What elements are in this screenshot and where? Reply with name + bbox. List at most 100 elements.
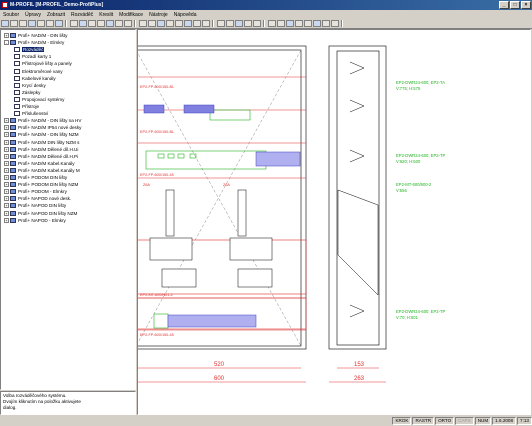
toolbar-button-7[interactable] xyxy=(55,20,63,27)
toolbar-button-17[interactable] xyxy=(157,20,165,27)
tree-item[interactable]: Přístroje xyxy=(14,103,39,110)
tree-item[interactable]: + Profi+ NAD/M Dělené díl.H.Pi xyxy=(4,153,78,160)
tree-expander[interactable]: + xyxy=(4,182,9,188)
drawing-canvas[interactable]: 1060 950 520 600 153 263 EP2-FP-600/150-… xyxy=(137,29,531,415)
toolbar-button-14[interactable] xyxy=(124,20,132,27)
toolbar-button-34[interactable] xyxy=(322,20,330,27)
toolbar-button-35[interactable] xyxy=(331,20,339,27)
toolbar-button-32[interactable] xyxy=(304,20,312,27)
tree-expander[interactable]: + xyxy=(4,175,9,180)
tree-item[interactable]: + Profi+ PODOM - Elmkry xyxy=(4,188,67,195)
status-krok[interactable]: KROK xyxy=(392,417,412,425)
toolbar-button-24[interactable] xyxy=(226,20,234,27)
tree-expander[interactable]: + xyxy=(4,160,9,166)
toolbar-button-21[interactable] xyxy=(193,20,201,27)
menu-napoveda[interactable]: Nápověda xyxy=(171,12,200,18)
toolbar-button-11[interactable] xyxy=(97,20,105,27)
tree-item[interactable]: Propojovací systémy xyxy=(14,96,64,103)
tree-item[interactable]: + Profi+ NAD/M IP54 nové desky xyxy=(4,124,81,131)
tree-item[interactable]: Záslepky xyxy=(14,89,40,96)
toolbar-button-26[interactable] xyxy=(244,20,252,27)
close-button[interactable]: × xyxy=(521,1,531,9)
tree-expander[interactable]: + xyxy=(4,146,9,152)
status-rastr[interactable]: RASTR xyxy=(412,417,435,425)
toolbar-button-31[interactable] xyxy=(295,20,303,27)
toolbar-button-1[interactable] xyxy=(1,20,9,27)
tree-item[interactable]: Rozváděč xyxy=(14,46,45,53)
tree-item[interactable]: + Profi+ NAD/M - DIN lišty na HV xyxy=(4,117,81,124)
tree-item[interactable]: Pozadí karty 1 xyxy=(14,53,51,60)
toolbar-button-6[interactable] xyxy=(46,20,54,27)
toolbar-button-27[interactable] xyxy=(253,20,261,27)
tree-expander[interactable]: + xyxy=(4,210,9,216)
menu-bar: Soubor Úpravy Zobrazit Rozváděč Kreslit … xyxy=(0,10,532,19)
toolbar-button-20[interactable] xyxy=(184,20,192,27)
menu-kreslit[interactable]: Kreslit xyxy=(96,12,116,18)
toolbar-button-4[interactable] xyxy=(28,20,36,27)
toolbar-button-15[interactable] xyxy=(139,20,147,27)
toolbar-button-28[interactable] xyxy=(268,20,276,27)
toolbar-button-10[interactable] xyxy=(88,20,96,27)
toolbar-button-5[interactable] xyxy=(37,20,45,27)
minimize-button[interactable]: _ xyxy=(499,1,509,9)
part-label-3: EP2-FP-600/150-45 xyxy=(140,173,174,177)
tree-item[interactable]: + Profi+ NAD/M - DIN lišty NZM xyxy=(4,131,79,138)
tree-item[interactable]: + Profi+ NAPOD DIN lišty xyxy=(4,202,66,209)
toolbar-button-2[interactable] xyxy=(10,20,18,27)
tree-expander[interactable]: + xyxy=(4,217,9,223)
tree-item[interactable]: Kabelové kanály xyxy=(14,75,56,82)
tree-expander[interactable]: + xyxy=(4,203,9,209)
tree-expander[interactable]: + xyxy=(4,167,9,173)
menu-soubor[interactable]: Soubor xyxy=(0,12,22,18)
tree-item[interactable]: + Profi+ NAD/M Kabel.Kanály M xyxy=(4,167,80,174)
tree-item[interactable]: + Profi+ PODOM DIN lišty NZM xyxy=(4,181,78,188)
menu-nastroje[interactable]: Nástroje xyxy=(146,12,171,18)
folder-icon xyxy=(10,203,16,209)
tree-item[interactable]: - Profi+ NAD/M - Elmkry xyxy=(4,39,64,46)
tree-item[interactable]: + Profi+ NAD/M Dělené díl.H.Ui xyxy=(4,146,78,153)
toolbar-button-3[interactable] xyxy=(19,20,27,27)
status-orto[interactable]: ORTO xyxy=(435,417,455,425)
maximize-button[interactable]: □ xyxy=(510,1,520,9)
toolbar-button-18[interactable] xyxy=(166,20,174,27)
tree-expander[interactable]: + xyxy=(4,118,9,124)
toolbar-button-8[interactable] xyxy=(70,20,78,27)
toolbar-separator xyxy=(212,20,214,27)
tree-item[interactable]: Elektroměrové vany xyxy=(14,68,63,75)
tree-item[interactable]: + Profi+ NAPOD DIN lišty NZM xyxy=(4,210,77,217)
tree-expander[interactable]: + xyxy=(4,196,9,202)
toolbar-button-29[interactable] xyxy=(277,20,285,27)
toolbar-button-9[interactable] xyxy=(79,20,87,27)
tree-item[interactable]: + Profi+ NAD/M - DIN lišty xyxy=(4,32,67,39)
tree-expander[interactable]: + xyxy=(4,125,9,131)
menu-rozvadec[interactable]: Rozváděč xyxy=(68,12,96,18)
tree-expander[interactable]: - xyxy=(4,40,9,46)
tree-expander[interactable]: + xyxy=(4,132,9,138)
tree-item[interactable]: + Profi+ NAPOD nové desk. xyxy=(4,195,71,202)
tree-item[interactable]: + Profi+ NAD/M Kabel.Kanály xyxy=(4,160,75,167)
tree-item[interactable]: + Profi+ NAPOD - Elmkry xyxy=(4,217,66,224)
tree-expander[interactable]: + xyxy=(4,189,9,195)
toolbar-button-25[interactable] xyxy=(235,20,243,27)
tree-item[interactable]: Přístrojové lišty a panely xyxy=(14,60,72,67)
toolbar-button-23[interactable] xyxy=(217,20,225,27)
tree-item[interactable]: Příslušenství xyxy=(14,110,48,117)
toolbar-button-22[interactable] xyxy=(202,20,210,27)
tree-item[interactable]: + Profi+ NAD/M DIN lišty NZM s xyxy=(4,139,79,146)
toolbar-button-30[interactable] xyxy=(286,20,294,27)
tree-expander[interactable]: + xyxy=(4,153,9,159)
tree-expander[interactable]: + xyxy=(4,33,9,38)
tree-item[interactable]: Krycí desky xyxy=(14,82,46,89)
toolbar-button-12[interactable] xyxy=(106,20,114,27)
toolbar-button-19[interactable] xyxy=(175,20,183,27)
toolbar-button-16[interactable] xyxy=(148,20,156,27)
toolbar-button-13[interactable] xyxy=(115,20,123,27)
toolbar-button-33[interactable] xyxy=(313,20,321,27)
menu-upravy[interactable]: Úpravy xyxy=(22,12,44,18)
menu-modifikace[interactable]: Modifikace xyxy=(116,12,146,18)
tree-item[interactable]: + Profi+ PODOM DIN lišty xyxy=(4,174,67,181)
drawing-svg[interactable]: 1060 950 520 600 153 263 EP2-FP-600/150-… xyxy=(138,30,530,414)
menu-zobrazit[interactable]: Zobrazit xyxy=(44,12,68,18)
tree-expander[interactable]: + xyxy=(4,139,9,145)
note-4a: EP2-DWR24-600; EP2-TP xyxy=(396,309,446,314)
